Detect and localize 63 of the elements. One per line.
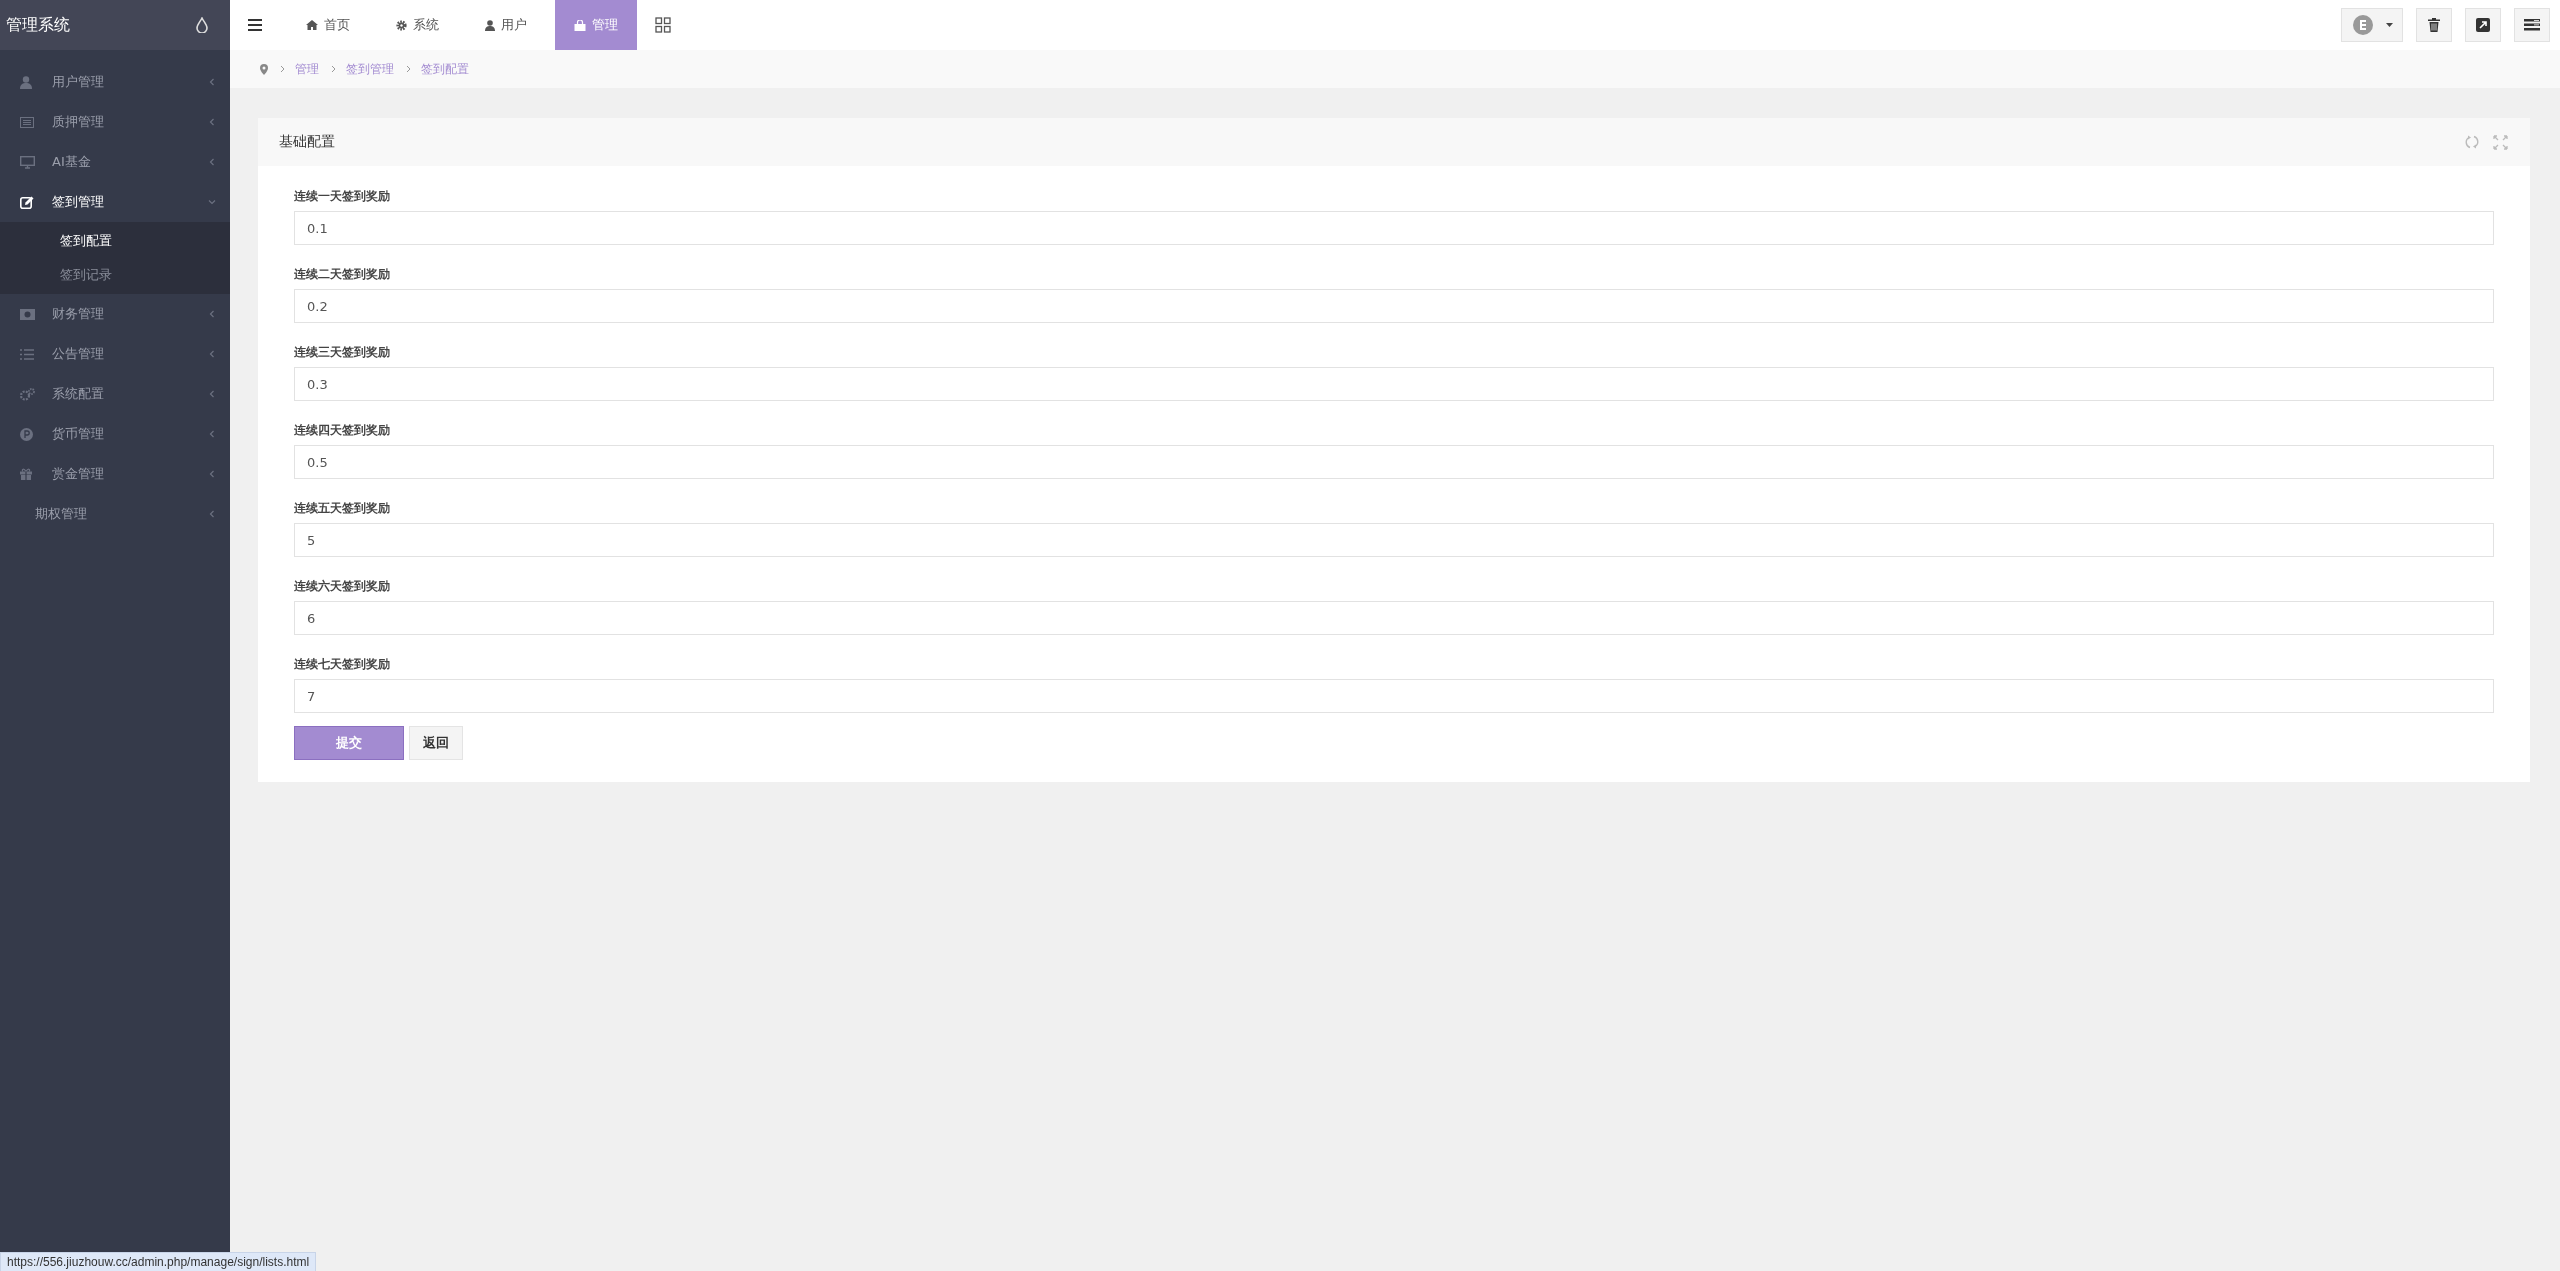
app-title: 管理系统	[6, 14, 70, 36]
sidebar-item[interactable]: AI基金	[0, 142, 230, 182]
input-field[interactable]: 0.2	[294, 289, 2494, 323]
submit-button[interactable]: 提交	[294, 726, 404, 760]
banknote-icon	[20, 308, 35, 320]
field-label: 连续六天签到奖励	[294, 578, 391, 595]
gear-icon	[396, 19, 407, 31]
sidebar-item[interactable]: 赏金管理	[0, 454, 230, 494]
card-title: 基础配置	[279, 133, 336, 151]
sidebar-item[interactable]: 系统配置	[0, 374, 230, 414]
submenu-item[interactable]: 签到记录	[0, 258, 230, 292]
sidebar-item[interactable]: 公告管理	[0, 334, 230, 374]
field-label: 连续二天签到奖励	[294, 266, 391, 283]
sidebar-item[interactable]: 质押管理	[0, 102, 230, 142]
sidebar-item[interactable]: 财务管理	[0, 294, 230, 334]
bag-icon	[574, 19, 586, 31]
sidebar-item[interactable]: 货币管理	[0, 414, 230, 454]
field-label: 连续三天签到奖励	[294, 344, 391, 361]
input-field[interactable]: 0.5	[294, 445, 2494, 479]
coin-icon	[20, 427, 33, 441]
nav-tab[interactable]: 用户	[467, 0, 545, 50]
droplet-icon[interactable]	[196, 17, 208, 33]
sidebar-item[interactable]: 用户管理	[0, 62, 230, 102]
monitor-icon	[20, 155, 35, 169]
chevron-right-icon	[406, 65, 411, 73]
field-label: 连续四天签到奖励	[294, 422, 391, 439]
nav-tab[interactable]: 系统	[378, 0, 457, 50]
home-icon	[306, 20, 318, 30]
submenu-item[interactable]: 签到配置	[0, 224, 230, 258]
nav-tab[interactable]: 管理	[555, 0, 637, 50]
sidebar-item[interactable]: 签到管理	[0, 182, 230, 222]
sidebar-item[interactable]: 期权管理	[0, 494, 230, 534]
avatar-icon	[2351, 14, 2374, 36]
status-url: https://556.jiuzhouw.cc/admin.php/manage/sign/lists.html	[0, 1252, 317, 1271]
input-field[interactable]: 6	[294, 601, 2494, 635]
field-label: 连续一天签到奖励	[294, 188, 391, 205]
grid-icon[interactable]	[655, 17, 671, 33]
list-icon	[20, 348, 34, 360]
edit-icon	[20, 195, 34, 209]
person-icon	[485, 19, 495, 31]
input-field[interactable]: 0.1	[294, 211, 2494, 245]
trash-icon[interactable]	[2416, 8, 2452, 42]
breadcrumb-link[interactable]: 签到配置	[421, 60, 469, 78]
field-label: 连续七天签到奖励	[294, 656, 391, 673]
location-pin-icon	[260, 63, 268, 75]
list-icon[interactable]	[2514, 8, 2550, 42]
chevron-right-icon	[280, 65, 285, 73]
back-button[interactable]: 返回	[409, 726, 463, 760]
breadcrumb-link[interactable]: 签到管理	[346, 60, 394, 78]
chevron-right-icon	[331, 65, 336, 73]
gift-icon	[20, 468, 32, 480]
caret-icon	[2385, 23, 2393, 27]
field-label: 连续五天签到奖励	[294, 500, 391, 517]
input-field[interactable]: 5	[294, 523, 2494, 557]
input-field[interactable]: 7	[294, 679, 2494, 713]
card-icon	[20, 116, 34, 128]
account-dropdown[interactable]	[2341, 8, 2403, 42]
person-icon	[20, 75, 32, 89]
external-link-icon[interactable]	[2465, 8, 2501, 42]
breadcrumb-link[interactable]: 管理	[295, 60, 319, 78]
menu-icon[interactable]	[248, 19, 262, 31]
nav-tab[interactable]: 首页	[288, 0, 368, 50]
input-field[interactable]: 0.3	[294, 367, 2494, 401]
